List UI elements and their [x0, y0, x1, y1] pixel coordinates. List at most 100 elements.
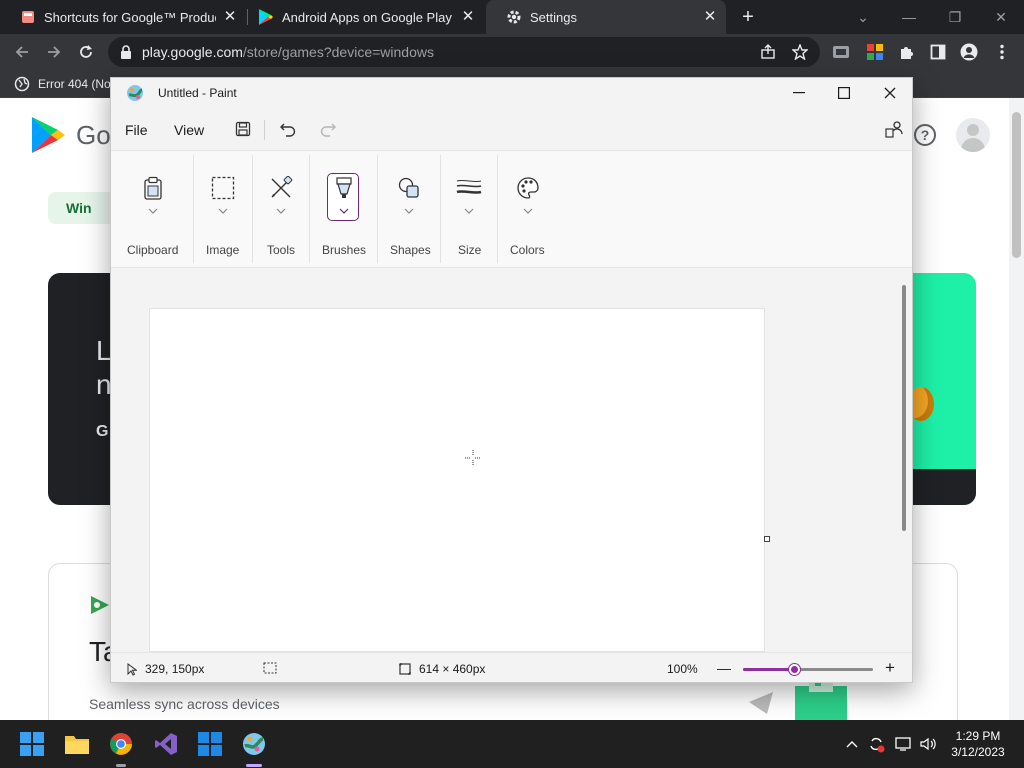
canvas-size: 614 × 460px	[399, 662, 485, 676]
volume-icon[interactable]	[918, 734, 938, 754]
url-host: play.google.com	[142, 44, 243, 60]
palette-icon[interactable]	[515, 175, 541, 201]
tab-label: Android Apps on Google Play	[282, 9, 452, 25]
tab-google-play[interactable]: Android Apps on Google Play ✕	[238, 0, 484, 34]
size-icon[interactable]	[456, 175, 482, 201]
profile-icon[interactable]	[960, 43, 978, 61]
windows-start-icon[interactable]	[18, 730, 46, 758]
menu-file[interactable]: File	[125, 122, 148, 138]
back-icon[interactable]	[11, 41, 33, 63]
microsoft-store-icon[interactable]	[196, 730, 224, 758]
chevron-up-icon[interactable]	[842, 734, 862, 754]
chevron-down-icon[interactable]	[522, 207, 534, 215]
new-tab-button[interactable]: +	[738, 7, 758, 27]
shapes-icon[interactable]	[396, 175, 422, 201]
chevron-down-icon[interactable]	[217, 207, 229, 215]
tab-search-icon[interactable]: ⌄	[852, 6, 874, 28]
zoom-in-icon[interactable]: +	[885, 658, 895, 678]
chevron-down-icon[interactable]	[147, 207, 159, 215]
forward-icon[interactable]	[43, 41, 65, 63]
ribbon-label: Colors	[510, 243, 545, 257]
selection-size-icon	[263, 662, 277, 674]
sync-alert-icon[interactable]	[866, 734, 886, 754]
ribbon-label: Clipboard	[127, 243, 179, 257]
drawing-canvas[interactable]	[149, 308, 765, 652]
google-play-wordmark: Go	[76, 120, 111, 150]
side-panel-icon[interactable]	[929, 43, 947, 61]
minimize-icon[interactable]: —	[898, 6, 920, 28]
zoom-out-icon[interactable]: —	[717, 660, 731, 676]
brush-icon[interactable]	[331, 175, 357, 201]
close-icon[interactable]	[879, 82, 901, 104]
hero-subtitle: G	[96, 423, 109, 440]
gear-icon	[506, 9, 522, 25]
paint-window: Untitled - Paint File View Clipboard Ima…	[110, 77, 913, 683]
select-icon[interactable]	[210, 175, 236, 201]
gamepad-icon	[89, 594, 111, 616]
account-icon[interactable]	[883, 118, 905, 140]
share-icon[interactable]	[760, 44, 776, 60]
zoom-slider-thumb[interactable]	[789, 664, 800, 675]
maximize-icon[interactable]	[833, 82, 855, 104]
taskbar: 1:29 PM 3/12/2023	[0, 720, 1024, 768]
window-close-icon[interactable]: ✕	[990, 6, 1012, 28]
star-icon[interactable]	[792, 44, 808, 60]
redo-icon[interactable]	[317, 118, 339, 140]
tab-strip: Shortcuts for Google™ Products ✕ Android…	[0, 0, 1024, 34]
ribbon-group-clipboard[interactable]: Clipboard	[111, 151, 193, 269]
reload-icon[interactable]	[75, 41, 97, 63]
network-icon[interactable]	[894, 734, 914, 754]
cursor-position-value: 329, 150px	[145, 662, 205, 676]
paint-icon[interactable]	[240, 730, 268, 758]
paint-title: Untitled - Paint	[158, 86, 237, 100]
extensions-puzzle-icon[interactable]	[898, 43, 916, 61]
ribbon-group-colors[interactable]: Colors	[498, 151, 562, 269]
ribbon-group-brushes[interactable]: Brushes	[310, 151, 377, 269]
tab-settings[interactable]: Settings ✕	[486, 0, 726, 34]
restore-icon[interactable]: ❐	[944, 6, 966, 28]
canvas-resize-handle[interactable]	[764, 536, 770, 542]
chip-label: Win	[66, 200, 92, 216]
card-subtitle: Seamless sync across devices	[89, 696, 280, 712]
zoom-level: 100%	[667, 662, 698, 676]
lock-icon[interactable]	[120, 45, 132, 64]
avatar[interactable]	[956, 118, 990, 152]
google-play-logo-icon[interactable]	[30, 116, 66, 159]
canvas-area[interactable]	[111, 269, 912, 652]
help-icon[interactable]: ?	[914, 124, 936, 146]
close-icon[interactable]: ✕	[702, 9, 718, 25]
chrome-icon[interactable]	[107, 730, 135, 758]
chevron-down-icon[interactable]	[275, 207, 287, 215]
ribbon-group-tools[interactable]: Tools	[253, 151, 309, 269]
paint-title-bar[interactable]: Untitled - Paint	[111, 78, 912, 108]
chevron-down-icon[interactable]	[403, 207, 415, 215]
system-clock[interactable]: 1:29 PM 3/12/2023	[946, 728, 1010, 760]
save-icon[interactable]	[232, 118, 254, 140]
cursor-position: 329, 150px	[127, 662, 204, 676]
scrollbar-thumb[interactable]	[902, 285, 906, 531]
clipboard-icon[interactable]	[140, 175, 166, 201]
page-scrollbar[interactable]	[1009, 98, 1024, 720]
ribbon-group-size[interactable]: Size	[441, 151, 497, 269]
chevron-down-icon[interactable]	[338, 207, 350, 215]
file-explorer-icon[interactable]	[63, 730, 91, 758]
ribbon-group-shapes[interactable]: Shapes	[378, 151, 440, 269]
bookmark-item[interactable]: Error 404 (No	[14, 76, 111, 92]
menu-view[interactable]: View	[174, 122, 204, 138]
google-play-favicon-icon	[258, 9, 274, 25]
bookmark-favicon-icon	[20, 9, 36, 25]
close-icon[interactable]: ✕	[460, 9, 476, 25]
tools-icon[interactable]	[268, 175, 294, 201]
extension-store-icon[interactable]	[832, 43, 850, 61]
ribbon-group-image[interactable]: Image	[194, 151, 252, 269]
visual-studio-icon[interactable]	[152, 730, 180, 758]
more-menu-icon[interactable]	[993, 43, 1011, 61]
chevron-down-icon[interactable]	[463, 207, 475, 215]
apps-grid-icon[interactable]	[866, 43, 884, 61]
undo-icon[interactable]	[277, 118, 299, 140]
close-icon[interactable]: ✕	[222, 9, 238, 25]
zoom-slider[interactable]	[743, 664, 873, 675]
address-bar[interactable]: play.google.com/store/games?device=windo…	[108, 37, 820, 67]
tab-shortcuts[interactable]: Shortcuts for Google™ Products ✕	[0, 0, 246, 34]
minimize-icon[interactable]	[788, 82, 810, 104]
